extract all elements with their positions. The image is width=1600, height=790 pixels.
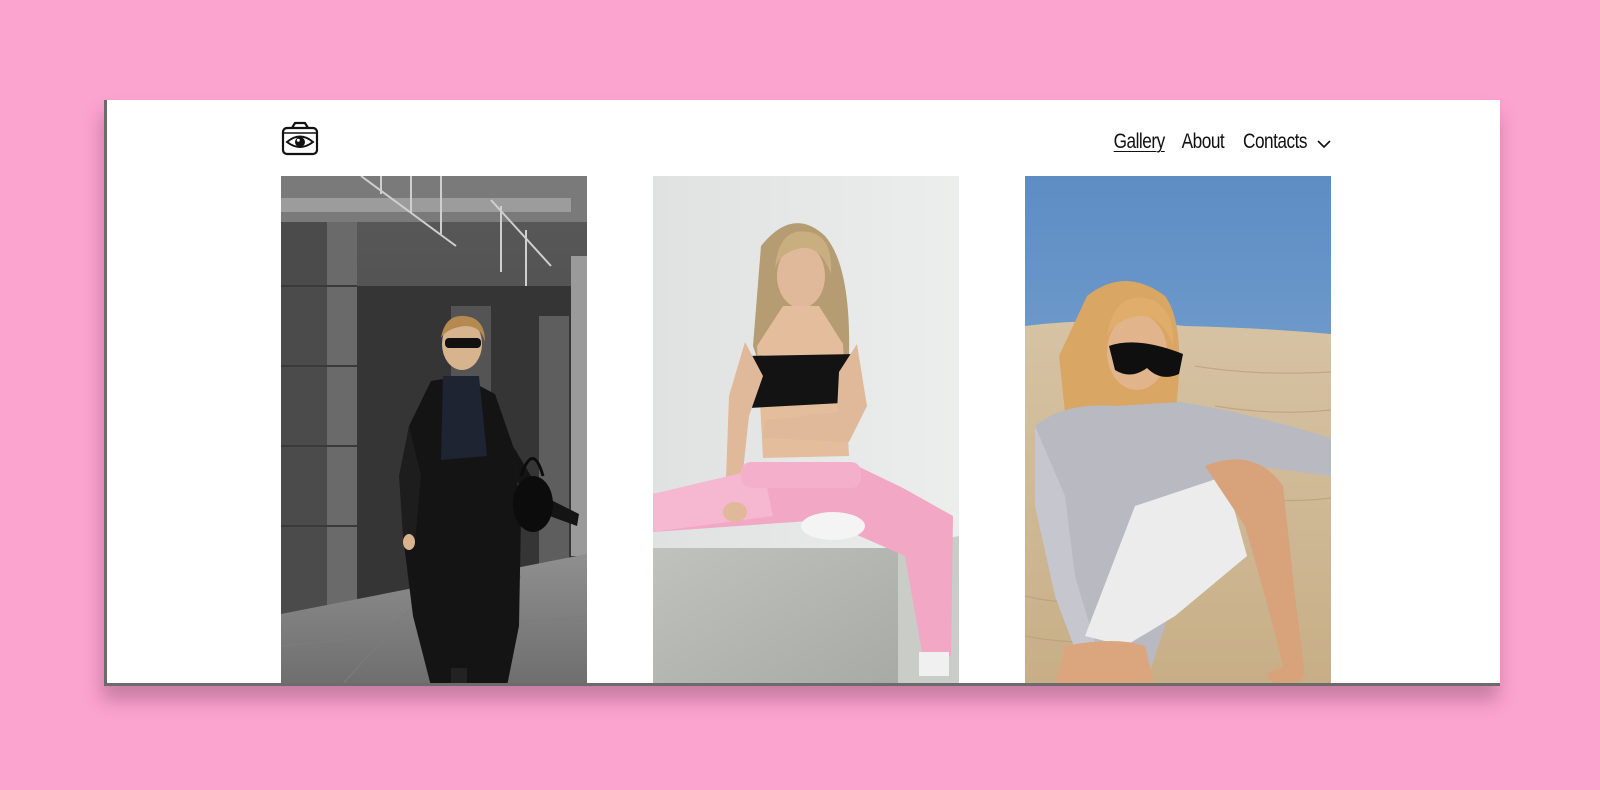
- chevron-down-icon[interactable]: [1316, 136, 1332, 152]
- photo-woman-black-coat: [281, 176, 587, 683]
- nav-gallery-link[interactable]: Gallery: [1113, 130, 1165, 154]
- browser-window: Gallery About Contacts: [104, 100, 1500, 686]
- nav-contacts-link[interactable]: Contacts: [1243, 130, 1308, 154]
- camera-eye-icon[interactable]: [281, 119, 319, 157]
- gallery-photo-3[interactable]: [1025, 176, 1331, 683]
- gallery-photo-2[interactable]: [653, 176, 959, 683]
- nav-about-link[interactable]: About: [1182, 130, 1225, 154]
- nav-contacts-dropdown[interactable]: Contacts: [1236, 130, 1332, 154]
- main-nav: Gallery About Contacts: [1108, 130, 1332, 154]
- gallery-photo-1[interactable]: [281, 176, 587, 683]
- photo-woman-pink-pants: [653, 176, 959, 683]
- photo-gallery: [281, 176, 1333, 683]
- photo-woman-desert: [1025, 176, 1331, 683]
